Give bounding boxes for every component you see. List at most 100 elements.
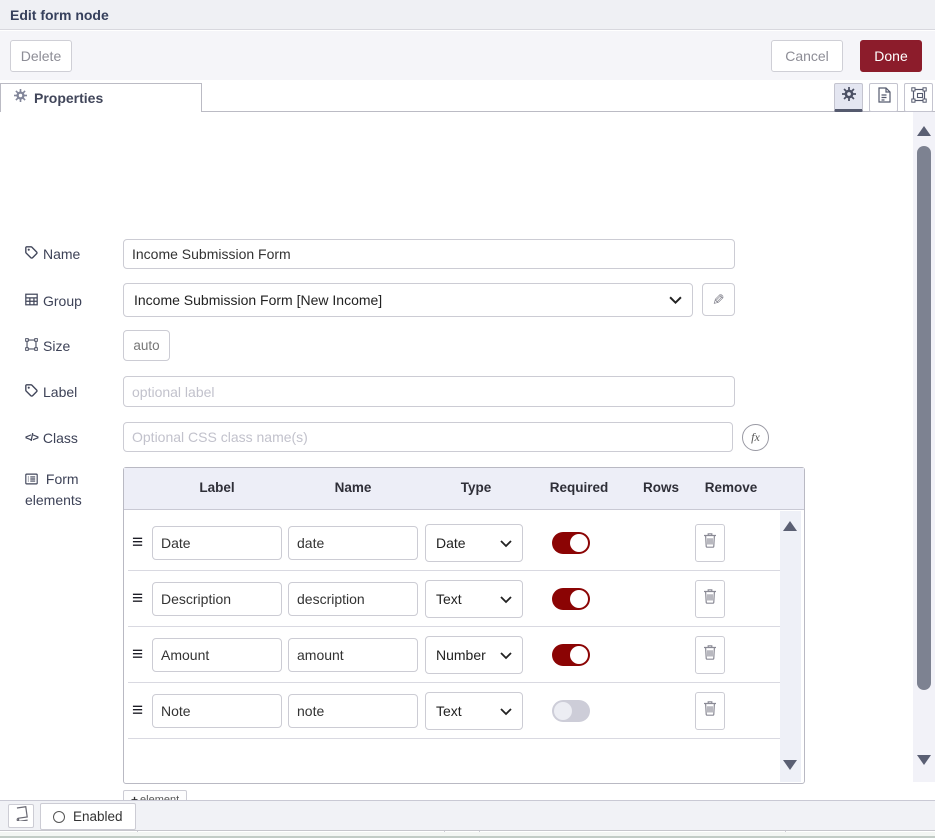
column-header-name: Name — [335, 480, 372, 495]
column-header-required: Required — [550, 480, 609, 495]
form-element-row: ≡ Text — [128, 683, 781, 739]
toggle-knob — [570, 590, 588, 608]
object-group-icon — [25, 338, 38, 354]
element-label-input[interactable] — [152, 582, 282, 616]
element-name-input[interactable] — [288, 526, 418, 560]
node-enabled-toggle-button[interactable]: Enabled — [40, 803, 136, 830]
required-toggle[interactable] — [552, 700, 590, 722]
label-input[interactable] — [123, 376, 735, 407]
edit-form-node-dialog: Edit form node Delete Cancel Done Proper… — [0, 0, 935, 838]
book-icon — [14, 806, 29, 826]
tab-appearance-button[interactable] — [904, 83, 933, 112]
column-header-label: Label — [199, 480, 234, 495]
column-header-rows: Rows — [643, 480, 679, 495]
toggle-knob — [570, 534, 588, 552]
element-type-select[interactable]: Text — [425, 580, 523, 618]
column-header-type: Type — [461, 480, 492, 495]
remove-element-button[interactable] — [695, 636, 725, 674]
edit-group-button[interactable]: ✎ — [702, 283, 735, 316]
drag-handle-icon[interactable]: ≡ — [132, 644, 143, 666]
document-icon — [877, 87, 891, 108]
form-elements-table: Label Name Type Required Rows Remove ≡ D… — [123, 467, 805, 784]
scrollbar-thumb[interactable] — [917, 146, 931, 690]
element-type-select[interactable]: Text — [425, 692, 523, 730]
element-type-select[interactable]: Number — [425, 636, 523, 674]
table-scrollbar[interactable] — [780, 511, 801, 782]
tag-icon — [25, 246, 38, 262]
size-button[interactable]: auto — [123, 330, 170, 361]
label-field-label: Label — [25, 384, 77, 400]
element-name-input[interactable] — [288, 582, 418, 616]
workspace-edge — [0, 832, 935, 838]
required-toggle[interactable] — [552, 644, 590, 666]
trash-icon — [703, 700, 717, 721]
dialog-content: Name Group Income Submission Form [New I… — [0, 112, 935, 800]
scroll-up-icon[interactable] — [783, 521, 797, 531]
tab-properties-label: Properties — [34, 90, 103, 106]
enabled-circle-icon — [53, 811, 65, 823]
chevron-down-icon — [500, 647, 512, 663]
dialog-scrollbar[interactable] — [913, 112, 935, 782]
tab-description-button[interactable] — [869, 83, 898, 112]
class-input[interactable] — [123, 422, 733, 452]
remove-element-button[interactable] — [695, 524, 725, 562]
group-field-label: Group — [25, 293, 82, 309]
form-elements-table-header: Label Name Type Required Rows Remove — [124, 468, 804, 510]
class-field-label: </> Class — [25, 430, 78, 446]
column-header-remove: Remove — [705, 480, 758, 495]
scroll-down-icon[interactable] — [917, 755, 931, 765]
node-help-button[interactable] — [8, 804, 34, 828]
dialog-button-bar: Delete Cancel Done — [0, 31, 935, 80]
chevron-down-icon — [669, 292, 682, 308]
toggle-knob — [554, 702, 572, 720]
remove-element-button[interactable] — [695, 580, 725, 618]
object-group-icon — [911, 87, 927, 108]
form-element-row: ≡ Text — [128, 571, 781, 627]
table-icon — [25, 293, 38, 309]
drag-handle-icon[interactable]: ≡ — [132, 532, 143, 554]
size-field-label: Size — [25, 338, 70, 354]
tab-properties[interactable]: Properties — [0, 83, 202, 112]
enabled-label: Enabled — [73, 809, 123, 824]
required-toggle[interactable] — [552, 588, 590, 610]
element-label-input[interactable] — [152, 526, 282, 560]
name-field-label: Name — [25, 246, 80, 262]
tab-icon-group — [834, 83, 933, 112]
dialog-header: Edit form node — [0, 0, 935, 30]
remove-element-button[interactable] — [695, 692, 725, 730]
toggle-knob — [570, 646, 588, 664]
class-expression-button[interactable]: fx — [742, 424, 769, 451]
fx-icon: fx — [751, 430, 760, 445]
chevron-down-icon — [500, 535, 512, 551]
cancel-button[interactable]: Cancel — [771, 40, 843, 72]
scroll-up-icon[interactable] — [917, 126, 931, 136]
scroll-down-icon[interactable] — [783, 760, 797, 770]
tab-settings-button[interactable] — [834, 83, 863, 112]
drag-handle-icon[interactable]: ≡ — [132, 588, 143, 610]
form-element-row: ≡ Date — [128, 515, 781, 571]
element-type-select[interactable]: Date — [425, 524, 523, 562]
element-label-input[interactable] — [152, 694, 282, 728]
chevron-down-icon — [500, 591, 512, 607]
chevron-down-icon — [500, 703, 512, 719]
done-button[interactable]: Done — [860, 40, 922, 72]
gear-icon — [14, 89, 27, 107]
trash-icon — [703, 588, 717, 609]
element-name-input[interactable] — [288, 638, 418, 672]
form-element-row: ≡ Number — [128, 627, 781, 683]
list-alt-icon — [25, 472, 42, 488]
element-name-input[interactable] — [288, 694, 418, 728]
tag-icon — [25, 384, 38, 400]
drag-handle-icon[interactable]: ≡ — [132, 700, 143, 722]
name-input[interactable] — [123, 239, 735, 269]
element-label-input[interactable] — [152, 638, 282, 672]
required-toggle[interactable] — [552, 532, 590, 554]
tab-bar: Properties — [0, 80, 935, 112]
delete-button[interactable]: Delete — [10, 40, 72, 72]
trash-icon — [703, 644, 717, 665]
code-icon: </> — [25, 432, 38, 444]
group-select[interactable]: Income Submission Form [New Income] — [123, 283, 693, 317]
form-elements-field-label: Form elements — [25, 469, 115, 510]
gear-icon — [842, 87, 856, 106]
dialog-footer: Enabled — [0, 800, 935, 831]
